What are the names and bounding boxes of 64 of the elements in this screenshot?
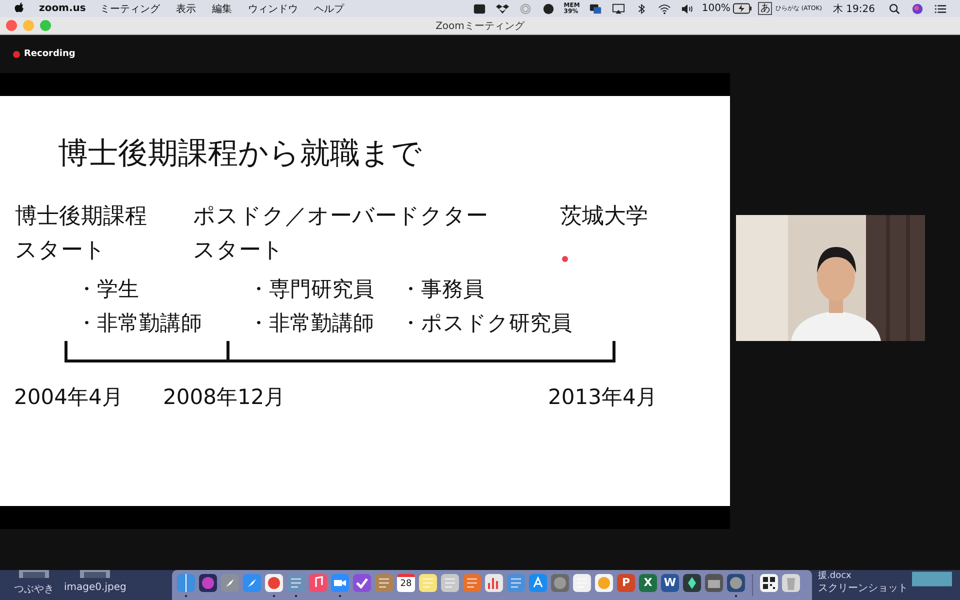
- windows-icon[interactable]: [588, 2, 602, 14]
- music-note-icon[interactable]: [308, 573, 328, 593]
- bullet-item: ・非常勤講師: [248, 310, 375, 337]
- timeline-date: 2008年12月: [163, 384, 286, 411]
- slide-title: 博士後期課程から就職まで: [57, 135, 423, 172]
- rings-icon[interactable]: [518, 2, 532, 14]
- menu-item[interactable]: ウィンドウ: [248, 2, 298, 16]
- circle-icon[interactable]: [542, 2, 555, 14]
- app-store-icon[interactable]: [528, 573, 548, 593]
- menu-item[interactable]: ヘルプ: [314, 2, 344, 16]
- battery-percent: 100%: [702, 3, 730, 14]
- file-thumbnail-icon[interactable]: [80, 570, 110, 578]
- app-icon[interactable]: W: [661, 574, 679, 592]
- clock[interactable]: 木 19:26: [833, 2, 875, 16]
- file-label[interactable]: スクリーンショット: [818, 582, 908, 596]
- timeline-date: 2013年4月: [548, 384, 657, 411]
- paper-icon[interactable]: [572, 573, 592, 593]
- window-title: Zoomミーティング: [436, 20, 524, 32]
- orb-icon[interactable]: [198, 573, 218, 593]
- app-icon[interactable]: X: [639, 574, 657, 592]
- bullet-item: ・事務員: [400, 276, 485, 303]
- file-label[interactable]: image0.jpeg: [64, 582, 126, 593]
- menu-item[interactable]: 表示: [176, 2, 196, 16]
- document-icon[interactable]: [462, 573, 482, 593]
- compass-icon[interactable]: [242, 573, 262, 593]
- file-label[interactable]: つぶやき: [14, 582, 54, 596]
- bullet-item: ・非常勤講師: [76, 310, 203, 337]
- orb-icon[interactable]: [911, 2, 924, 14]
- box-icon[interactable]: [472, 2, 486, 14]
- qr-code-icon[interactable]: [759, 573, 779, 593]
- check-icon[interactable]: [352, 573, 372, 593]
- menu-item[interactable]: 編集: [212, 2, 232, 16]
- notepad-icon[interactable]: [418, 573, 438, 593]
- calendar-icon[interactable]: 28: [397, 574, 415, 592]
- list-icon[interactable]: [934, 2, 947, 14]
- file-thumbnail-icon[interactable]: [19, 570, 49, 578]
- video-camera-icon[interactable]: [330, 573, 350, 593]
- app-icon[interactable]: P: [617, 574, 635, 592]
- bullet-item: ・専門研究員: [248, 276, 375, 303]
- zoom-button[interactable]: [40, 20, 51, 31]
- battery-icon[interactable]: [733, 3, 752, 14]
- bar-chart-icon[interactable]: [484, 573, 504, 593]
- timeline-date: 2004年4月: [14, 384, 124, 411]
- recording-dot-icon: [13, 50, 20, 58]
- file-label[interactable]: 援.docx: [818, 570, 908, 582]
- slide-heading: 博士後期課程 スタート: [15, 203, 148, 265]
- circle-logo-icon[interactable]: [264, 573, 284, 593]
- airplay-icon[interactable]: [612, 2, 625, 14]
- close-button[interactable]: [6, 20, 17, 31]
- wifi-icon[interactable]: [658, 2, 671, 14]
- volume-icon[interactable]: [680, 2, 694, 14]
- slide-heading: ポスドク／オーバードクター スタート: [193, 203, 489, 265]
- slide-heading: 茨城大学: [560, 203, 648, 231]
- input-mode-badge[interactable]: あ: [758, 2, 772, 15]
- bullet-item: ・学生: [76, 276, 140, 303]
- recording-label: Recording: [24, 49, 76, 59]
- dropbox-icon[interactable]: [496, 2, 509, 14]
- file-thumbnail-icon[interactable]: [912, 571, 952, 587]
- laser-pointer-dot: [562, 256, 568, 262]
- bullet-item: ・ポスドク研究員: [400, 310, 572, 337]
- apple-logo-icon[interactable]: [14, 2, 25, 15]
- search-icon[interactable]: [888, 2, 901, 14]
- app-menu[interactable]: zoom.us: [39, 3, 86, 14]
- menu-item[interactable]: ミーティング: [100, 2, 160, 16]
